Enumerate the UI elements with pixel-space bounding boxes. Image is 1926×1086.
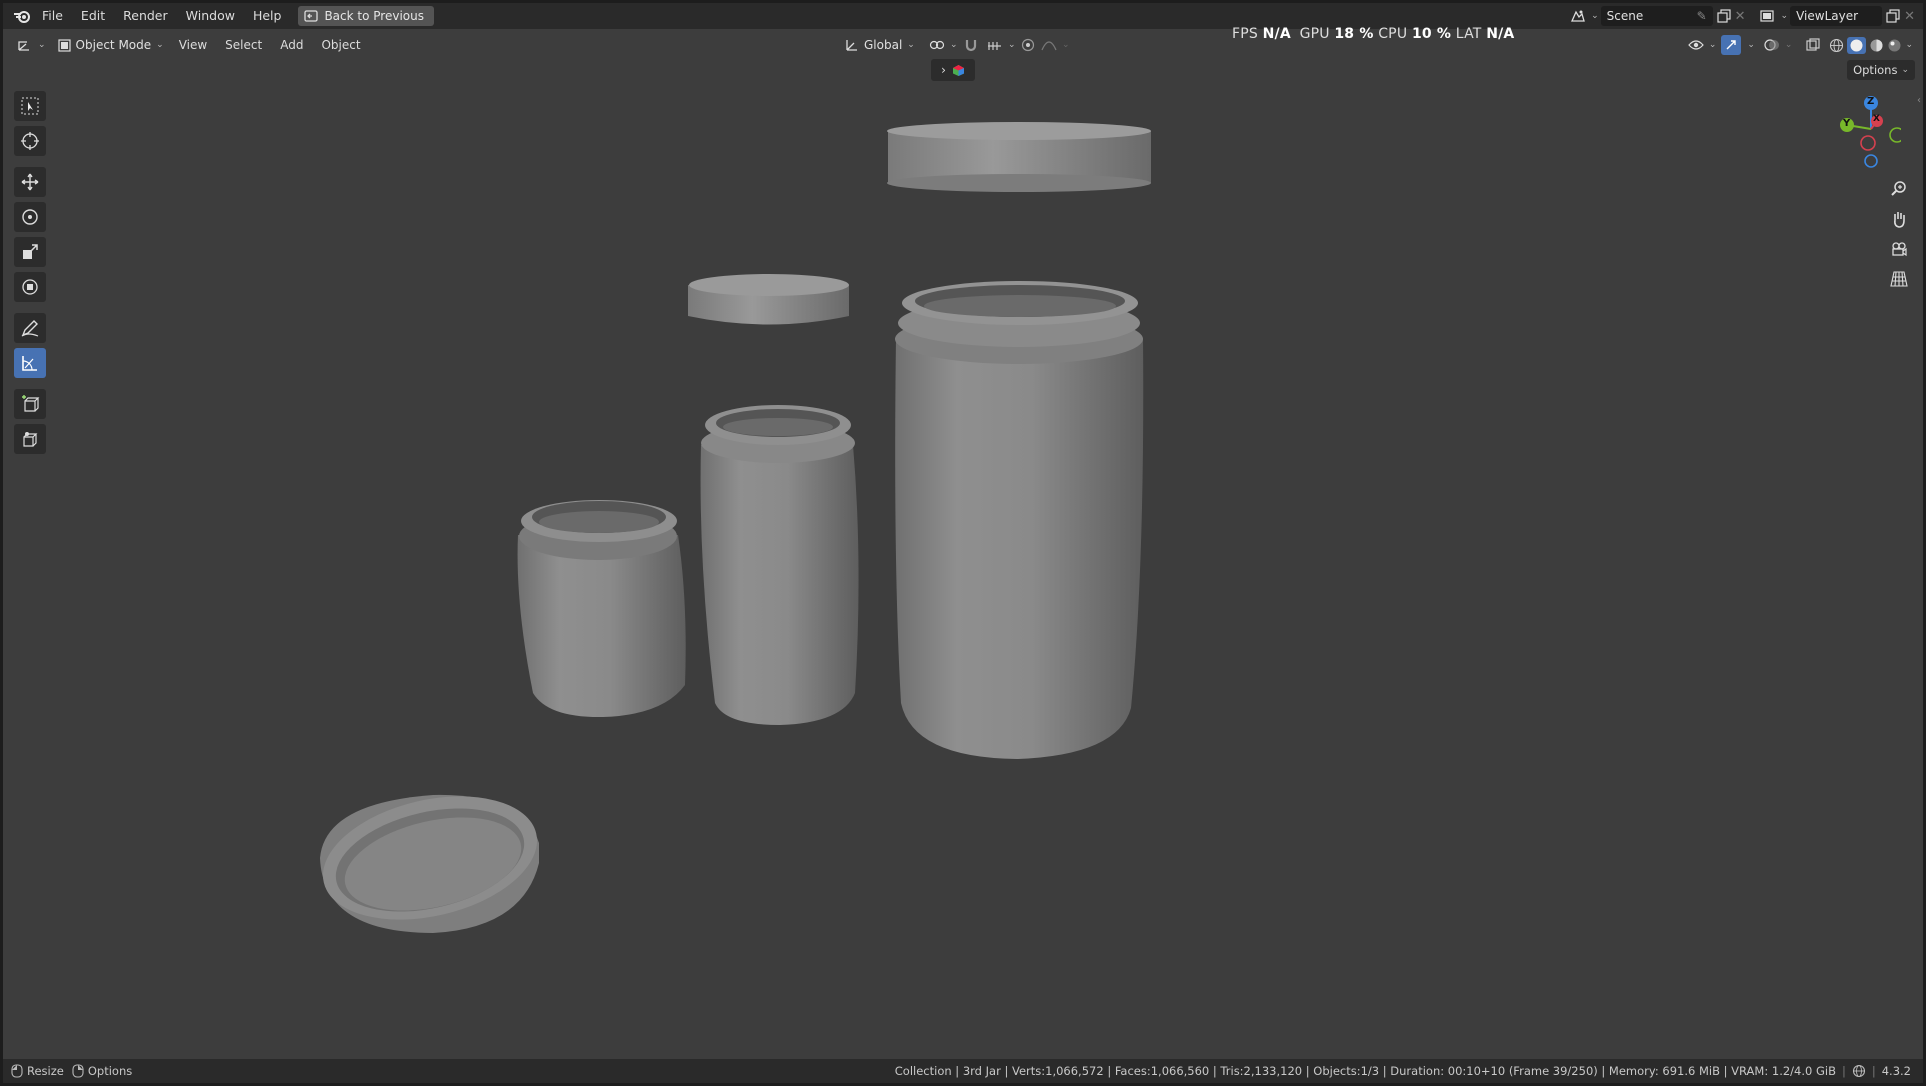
network-icon — [1852, 1064, 1866, 1078]
small-jar[interactable] — [517, 500, 686, 718]
perspective-toggle-button[interactable] — [1885, 265, 1913, 293]
medium-lid[interactable] — [688, 274, 849, 325]
zoom-button[interactable] — [1885, 175, 1913, 203]
status-resize: Resize — [11, 1064, 64, 1078]
status-options: Options — [72, 1064, 132, 1078]
resize-label: Resize — [27, 1064, 64, 1078]
grid-icon — [1890, 270, 1908, 288]
version-label: 4.3.2 — [1881, 1064, 1911, 1078]
blender-window: File Edit Render Window Help Back to Pre… — [3, 3, 1923, 1083]
camera-view-button[interactable] — [1885, 235, 1913, 263]
axis-x-label: X — [1873, 114, 1880, 124]
scene-statistics: Collection | 3rd Jar | Verts:1,066,572 |… — [894, 1064, 1911, 1078]
navigation-gizmo[interactable]: Z Y X — [1831, 91, 1901, 171]
axis-gizmo-icon — [1840, 96, 1901, 168]
zoom-icon — [1890, 180, 1908, 198]
camera-icon — [1890, 240, 1908, 258]
collapse-sidebar-icon[interactable]: ‹ — [1917, 95, 1921, 106]
mouse-right-icon — [72, 1064, 84, 1078]
pan-button[interactable] — [1885, 205, 1913, 233]
status-bar: Resize Options Collection | 3rd Jar | Ve… — [3, 1059, 1923, 1083]
scene-stats-text: Collection | 3rd Jar | Verts:1,066,572 |… — [894, 1064, 1836, 1078]
large-lid[interactable] — [887, 122, 1151, 192]
medium-jar[interactable] — [700, 405, 859, 725]
mouse-left-icon — [11, 1064, 23, 1078]
options-status-label: Options — [87, 1064, 133, 1078]
large-jar[interactable] — [895, 281, 1144, 759]
axis-y-label: Y — [1843, 118, 1851, 129]
viewport-scene[interactable] — [3, 3, 1923, 1083]
axis-z-label: Z — [1867, 96, 1875, 107]
hand-icon — [1890, 210, 1908, 228]
small-lid-upside-down[interactable] — [311, 777, 550, 939]
